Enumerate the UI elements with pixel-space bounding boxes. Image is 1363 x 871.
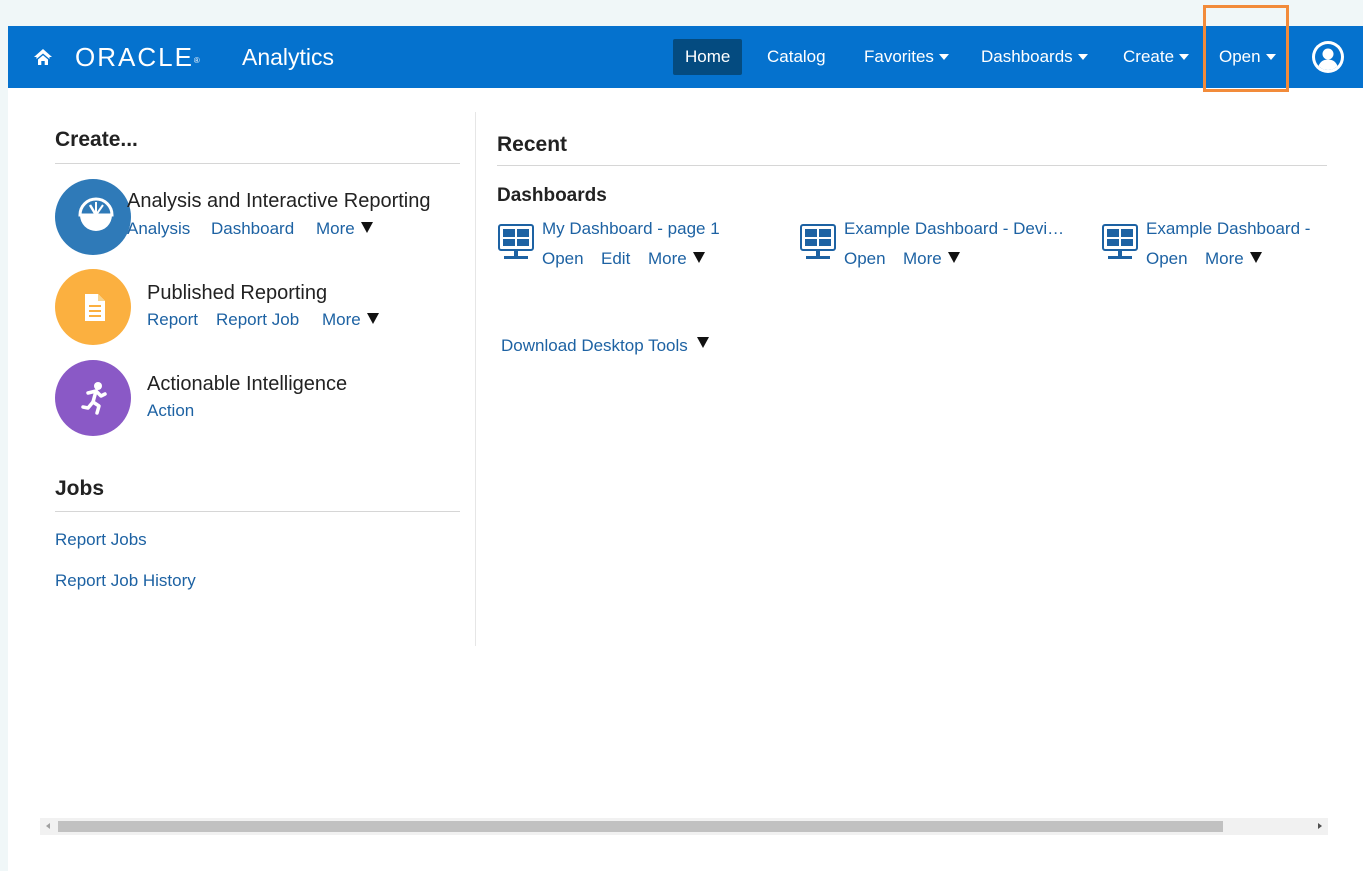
horizontal-scrollbar[interactable] <box>40 818 1328 835</box>
published-reporting-title: Published Reporting <box>147 282 328 304</box>
dashboard-more-menu[interactable]: More <box>903 249 960 269</box>
actionable-intelligence-title: Actionable Intelligence <box>147 373 348 395</box>
caret-down-icon <box>360 222 373 234</box>
recent-section-title: Recent <box>497 133 568 156</box>
scroll-left-arrow-icon[interactable] <box>46 823 50 829</box>
caret-down-icon <box>938 53 949 60</box>
user-profile-icon[interactable] <box>1311 40 1345 74</box>
actionable-intelligence-circle[interactable] <box>55 360 131 436</box>
nav-catalog[interactable]: Catalog <box>767 39 826 75</box>
dashboard-icon <box>800 224 836 259</box>
scroll-right-arrow-icon[interactable] <box>1318 823 1322 829</box>
recent-dashboard-title[interactable]: My Dashboard - page 1 <box>542 219 792 239</box>
caret-down-icon <box>1249 252 1262 264</box>
running-person-icon <box>81 382 107 415</box>
report-job-history-link[interactable]: Report Job History <box>55 571 196 591</box>
download-desktop-tools-menu[interactable]: Download Desktop Tools <box>501 336 709 356</box>
highlight-frame <box>1203 5 1289 92</box>
caret-down-icon <box>1179 53 1190 60</box>
document-icon <box>85 294 105 321</box>
recent-dashboard-title[interactable]: Example Dashboard - Devi… <box>844 219 1099 239</box>
oracle-logo: ORACLE® <box>75 42 200 72</box>
create-section-divider <box>55 163 460 164</box>
report-link[interactable]: Report <box>147 310 198 330</box>
recent-section-divider <box>497 165 1327 166</box>
report-jobs-link[interactable]: Report Jobs <box>55 530 147 550</box>
dashboard-icon <box>1102 224 1138 259</box>
nav-favorites[interactable]: Favorites <box>864 39 949 75</box>
jobs-section-divider <box>55 511 460 512</box>
dashboard-open-link[interactable]: Open <box>542 249 584 269</box>
action-link[interactable]: Action <box>147 401 194 421</box>
page-frame: ORACLE® Analytics Home Catalog Favorites… <box>8 5 1363 871</box>
gauge-icon <box>78 197 114 231</box>
report-job-link[interactable]: Report Job <box>216 310 299 330</box>
recent-dashboard-title[interactable]: Example Dashboard - <box>1146 219 1346 239</box>
reporting-more-menu[interactable]: More <box>322 310 379 330</box>
column-divider <box>475 112 476 646</box>
dashboard-link[interactable]: Dashboard <box>211 219 294 239</box>
create-section-title: Create... <box>55 128 138 151</box>
analysis-more-menu[interactable]: More <box>316 219 373 239</box>
caret-down-icon <box>1077 53 1088 60</box>
dashboard-more-menu[interactable]: More <box>648 249 705 269</box>
caret-down-icon <box>947 252 960 264</box>
home-icon[interactable] <box>32 46 54 68</box>
dashboard-open-link[interactable]: Open <box>1146 249 1188 269</box>
nav-dashboards[interactable]: Dashboards <box>981 39 1088 75</box>
analysis-link[interactable]: Analysis <box>127 219 190 239</box>
caret-down-icon <box>696 337 709 349</box>
published-reporting-circle[interactable] <box>55 269 131 345</box>
dashboard-open-link[interactable]: Open <box>844 249 886 269</box>
nav-home[interactable]: Home <box>673 39 743 75</box>
product-name: Analytics <box>242 44 335 70</box>
scrollbar-thumb[interactable] <box>58 821 1223 832</box>
jobs-section-title: Jobs <box>55 477 105 500</box>
dashboard-edit-link[interactable]: Edit <box>601 249 630 269</box>
caret-down-icon <box>692 252 705 264</box>
caret-down-icon <box>366 313 379 325</box>
dashboard-more-menu[interactable]: More <box>1205 249 1262 269</box>
nav-create[interactable]: Create <box>1123 39 1190 75</box>
top-navigation-bar: ORACLE® Analytics Home Catalog Favorites… <box>8 5 1363 92</box>
analysis-circle[interactable] <box>55 179 131 255</box>
analysis-item-title: Analysis and Interactive Reporting <box>127 190 431 212</box>
dashboard-icon <box>498 224 534 259</box>
recent-dashboards-heading: Dashboards <box>497 185 607 206</box>
